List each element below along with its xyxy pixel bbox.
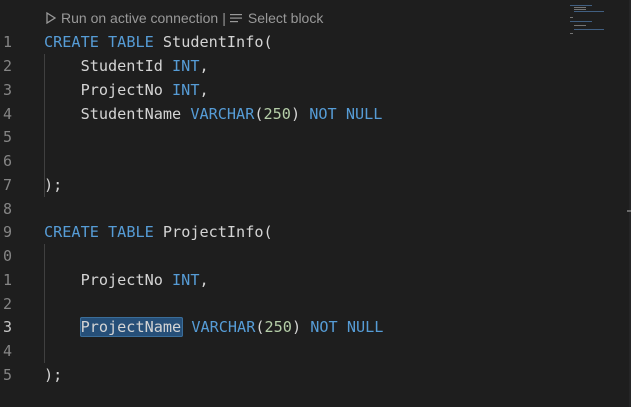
punctuation: ( (254, 105, 264, 123)
minimap-line (574, 25, 586, 26)
line-number: 6 (2, 152, 12, 170)
code-line-1: CREATE TABLE StudentInfo( (44, 30, 273, 54)
column-type: INT (172, 57, 200, 75)
line-number: 0 (2, 247, 12, 265)
code-line-7: ); (44, 173, 62, 197)
column-name: StudentName (80, 105, 182, 123)
code-line-11: ProjectNo INT, (44, 268, 209, 292)
line-number: 5 (2, 366, 12, 384)
code-line-4: StudentName VARCHAR(250) NOT NULL (44, 102, 383, 126)
column-name: ProjectNo (80, 81, 163, 99)
select-lines-icon (229, 14, 242, 23)
line-number: 8 (2, 200, 12, 218)
column-type: INT (172, 81, 200, 99)
minimap-line (570, 21, 592, 22)
line-number-active: 3 (2, 318, 12, 336)
line-number: 1 (2, 271, 12, 289)
number-literal: 250 (264, 318, 292, 336)
select-block-link[interactable]: Select block (229, 10, 324, 26)
punctuation: ) (291, 318, 302, 336)
minimap-line (570, 5, 592, 6)
line-number: 2 (2, 57, 12, 75)
column-type: VARCHAR (191, 318, 256, 336)
line-number: 3 (2, 81, 12, 99)
punctuation: , (199, 81, 209, 99)
codelens: Run on active connection | Select block (46, 9, 323, 27)
number-literal: 250 (263, 105, 291, 123)
minimap-line (574, 11, 604, 12)
line-number: 7 (2, 176, 12, 194)
column-type: INT (172, 271, 200, 289)
run-label: Run on active connection (61, 10, 219, 26)
table-name: ProjectInfo( (162, 223, 273, 241)
minimap[interactable] (566, 4, 628, 44)
play-icon (46, 12, 56, 24)
minimap-line (570, 33, 573, 34)
line-number: 2 (2, 295, 12, 313)
punctuation: , (199, 57, 209, 75)
line-number: 4 (2, 105, 12, 123)
minimap-line (574, 29, 604, 30)
punctuation: , (199, 271, 209, 289)
punctuation: ); (44, 176, 63, 194)
keyword-create: CREATE (44, 33, 99, 51)
minimap-line (574, 9, 586, 10)
code-line-15: ); (44, 363, 62, 387)
keyword-not: NOT (310, 318, 338, 336)
run-on-active-connection-link[interactable]: Run on active connection (46, 10, 218, 26)
punctuation: ( (255, 318, 265, 336)
line-number: 1 (2, 33, 12, 51)
scrollbar-marker (627, 210, 631, 212)
selected-word-highlight[interactable]: ProjectName (79, 317, 184, 337)
line-number: 9 (2, 223, 12, 241)
keyword-not: NOT (309, 105, 337, 123)
punctuation: ); (44, 366, 63, 384)
minimap-line (570, 17, 573, 18)
line-number-gutter[interactable]: 1 2 3 4 5 6 7 8 9 0 1 2 3 4 5 (0, 0, 22, 407)
line-number: 5 (2, 128, 12, 146)
column-name: StudentId (80, 57, 163, 75)
keyword-null: NULL (346, 318, 384, 336)
select-label: Select block (247, 10, 324, 26)
column-name: ProjectNo (80, 271, 163, 289)
codelens-separator: | (222, 10, 226, 26)
keyword-null: NULL (345, 105, 383, 123)
line-number: 4 (2, 342, 12, 360)
code-line-9: CREATE TABLE ProjectInfo( (44, 220, 273, 244)
punctuation: ) (290, 105, 301, 123)
code-line-2: StudentId INT, (44, 54, 209, 78)
minimap-line (574, 7, 586, 8)
column-type: VARCHAR (190, 105, 255, 123)
code-line-3: ProjectNo INT, (44, 78, 209, 102)
keyword-table: TABLE (108, 33, 154, 51)
code-line-13: ProjectName VARCHAR(250) NOT NULL (44, 315, 383, 339)
keyword-create: CREATE (44, 223, 99, 241)
indent-guide (44, 244, 45, 363)
table-name: StudentInfo( (162, 33, 273, 51)
keyword-table: TABLE (108, 223, 154, 241)
